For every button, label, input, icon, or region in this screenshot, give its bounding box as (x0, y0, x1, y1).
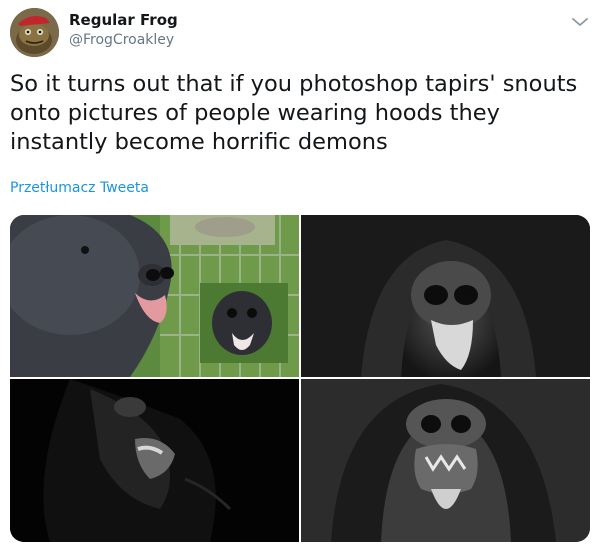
author-name[interactable]: Regular Frog (69, 11, 178, 29)
media-image-1[interactable] (10, 215, 299, 377)
chevron-down-icon[interactable] (570, 12, 590, 32)
media-image-3[interactable] (10, 379, 299, 542)
avatar[interactable] (10, 8, 59, 57)
media-image-2[interactable] (301, 215, 590, 377)
author-handle[interactable]: @FrogCroakley (69, 32, 174, 48)
tweet-text: So it turns out that if you photoshop ta… (10, 71, 578, 155)
translate-tweet-link[interactable]: Przetłumacz Tweeta (10, 180, 149, 196)
media-image-4[interactable] (301, 379, 590, 542)
media-grid (10, 215, 590, 542)
frog-avatar-icon (10, 8, 59, 57)
